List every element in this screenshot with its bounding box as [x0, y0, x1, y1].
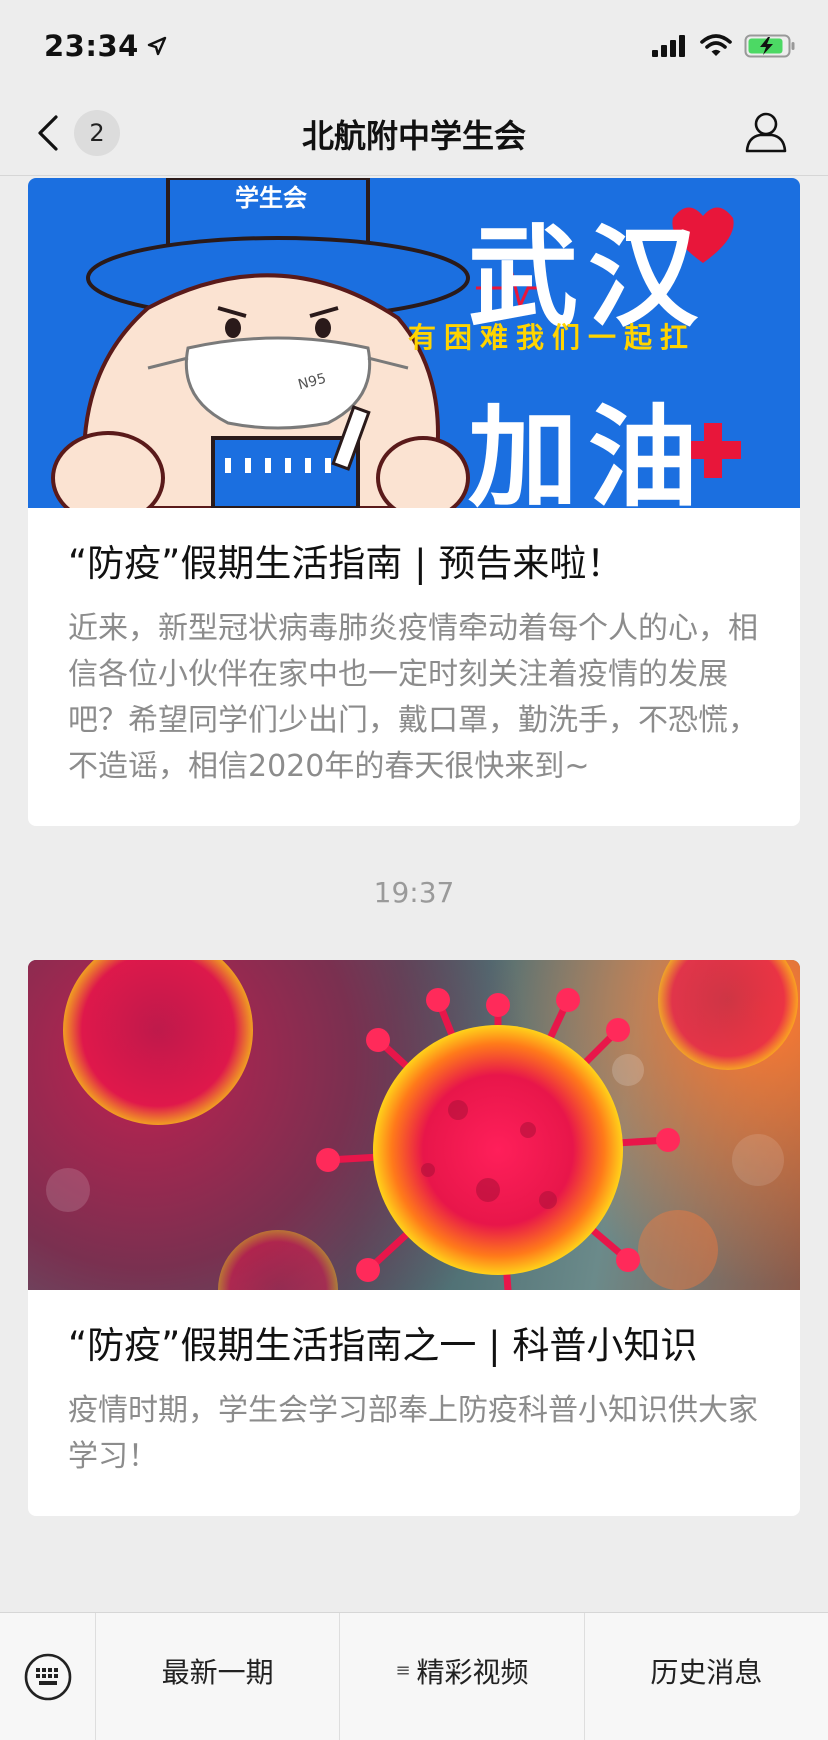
back-button[interactable]: 2 — [36, 110, 120, 156]
menu-lines-icon: ≡ — [395, 1660, 411, 1681]
menu-label: 精彩视频 — [416, 1655, 529, 1689]
chevron-left-icon — [38, 115, 58, 151]
article-text: “防疫”假期生活指南 | 预告来啦！ 近来，新型冠状病毒肺炎疫情牵动着每个人的心… — [28, 508, 800, 826]
menu-label: 最新一期 — [161, 1655, 274, 1689]
battery-charging-icon — [744, 34, 795, 58]
bottom-menu-bar: 最新一期 ≡ 精彩视频 历史消息 — [0, 1612, 828, 1740]
user-icon — [745, 112, 787, 153]
status-time: 23:34 — [44, 29, 167, 63]
signal-icon — [652, 35, 685, 57]
menu-featured-videos[interactable]: ≡ 精彩视频 — [340, 1613, 585, 1740]
page-title: 北航附中学生会 — [301, 116, 526, 155]
navigation-bar: 2 北航附中学生会 — [0, 92, 828, 176]
menu-latest-issue[interactable]: 最新一期 — [96, 1613, 341, 1740]
article-title[interactable]: “防疫”假期生活指南 | 预告来啦！ — [68, 538, 760, 590]
article-banner-image — [28, 960, 800, 1290]
status-bar: 23:34 — [0, 0, 828, 92]
article-text: “防疫”假期生活指南之一 | 科普小知识 疫情时期，学生会学习部奉上防疫科普小知… — [28, 1290, 800, 1516]
keyboard-icon — [24, 1653, 71, 1700]
banner-headline-2: 加油 — [468, 394, 708, 508]
banner-slogan: 有困难我们一起扛 — [408, 321, 697, 354]
profile-button[interactable] — [744, 110, 788, 158]
status-icons — [652, 34, 796, 58]
article-banner-image: 学生会 N95 武汉 有困难我们一起扛 加油 — [28, 178, 800, 508]
menu-history-messages[interactable]: 历史消息 — [585, 1613, 828, 1740]
unread-count-badge: 2 — [74, 110, 120, 156]
article-card[interactable]: “防疫”假期生活指南之一 | 科普小知识 疫情时期，学生会学习部奉上防疫科普小知… — [28, 960, 800, 1516]
article-description: 近来，新型冠状病毒肺炎疫情牵动着每个人的心，相信各位小伙伴在家中也一定时刻关注着… — [68, 611, 758, 784]
message-list: 学生会 N95 武汉 有困难我们一起扛 加油 “防疫”假期生活指南 | 预告来啦… — [28, 178, 800, 1516]
keyboard-toggle-button[interactable] — [0, 1613, 96, 1740]
virus-illustration — [46, 960, 798, 1290]
message-timestamp: 19:37 — [373, 876, 455, 909]
article-card[interactable]: 学生会 N95 武汉 有困难我们一起扛 加油 “防疫”假期生活指南 | 预告来啦… — [28, 178, 800, 826]
location-arrow-icon — [147, 36, 167, 56]
banner-hat-text: 学生会 — [235, 184, 307, 212]
article-title[interactable]: “防疫”假期生活指南之一 | 科普小知识 — [68, 1320, 760, 1372]
wifi-icon — [700, 34, 732, 56]
article-description: 疫情时期，学生会学习部奉上防疫科普小知识供大家学习！ — [68, 1393, 758, 1474]
clock-text: 23:34 — [44, 29, 139, 63]
menu-label: 历史消息 — [650, 1655, 763, 1689]
